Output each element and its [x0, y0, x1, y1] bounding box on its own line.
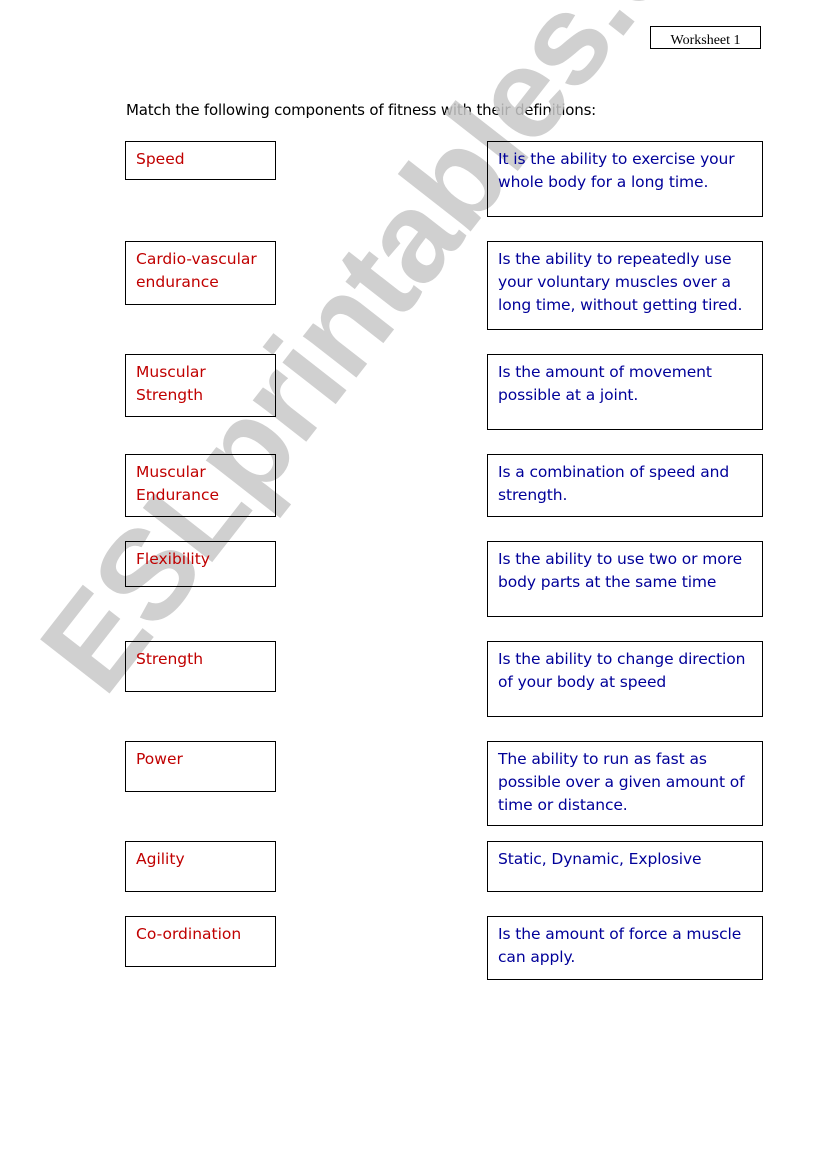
term-box: Speed	[125, 141, 276, 180]
term-box: Co-ordination	[125, 916, 276, 967]
definition-box: Is the amount of movement possible at a …	[487, 354, 763, 430]
definition-box: Is a combination of speed and strength.	[487, 454, 763, 517]
term-box: Muscular Endurance	[125, 454, 276, 517]
definition-box: It is the ability to exercise your whole…	[487, 141, 763, 217]
term-box: Muscular Strength	[125, 354, 276, 417]
instructions-heading: Match the following components of fitnes…	[126, 101, 597, 119]
term-box: Power	[125, 741, 276, 792]
worksheet-label: Worksheet 1	[650, 26, 761, 49]
term-box: Agility	[125, 841, 276, 892]
definition-box: Is the ability to use two or more body p…	[487, 541, 763, 617]
definition-box: Static, Dynamic, Explosive	[487, 841, 763, 892]
definition-box: Is the ability to repeatedly use your vo…	[487, 241, 763, 330]
term-box: Strength	[125, 641, 276, 692]
definition-box: Is the ability to change direction of yo…	[487, 641, 763, 717]
term-box: Flexibility	[125, 541, 276, 587]
definition-box: The ability to run as fast as possible o…	[487, 741, 763, 826]
definition-box: Is the amount of force a muscle can appl…	[487, 916, 763, 980]
term-box: Cardio-vascular endurance	[125, 241, 276, 305]
